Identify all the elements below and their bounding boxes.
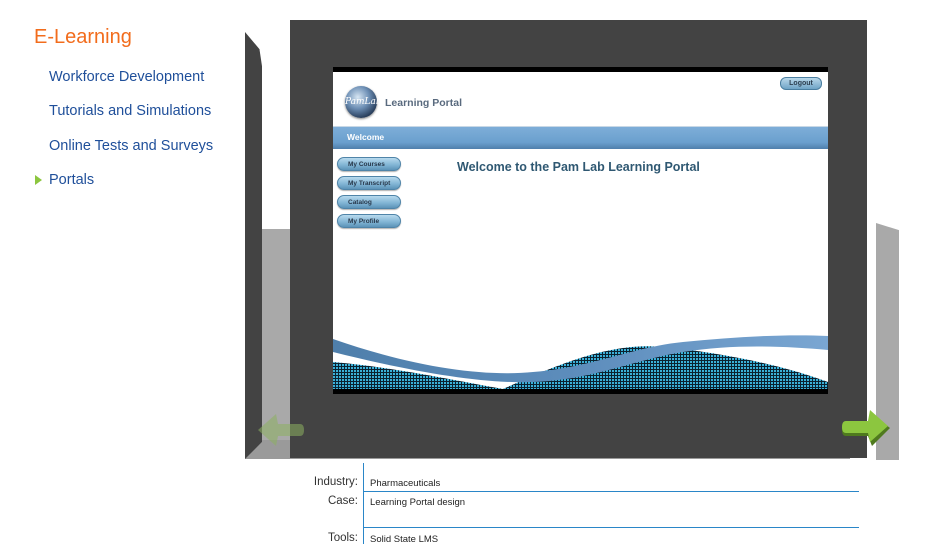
- welcome-heading: Welcome to the Pam Lab Learning Portal: [457, 160, 700, 174]
- my-courses-button[interactable]: My Courses: [337, 157, 401, 171]
- active-bullet-icon: [35, 175, 42, 185]
- my-transcript-button[interactable]: My Transcript: [337, 176, 401, 190]
- portal-title: Learning Portal: [385, 97, 463, 109]
- case-label: Case:: [327, 495, 358, 507]
- nav-item-tutorials-and-simulations[interactable]: Tutorials and Simulations: [49, 103, 211, 119]
- welcome-bar-label: Welcome: [347, 132, 385, 142]
- left-pillar: [245, 32, 262, 459]
- industry-value: Pharmaceuticals: [370, 478, 441, 489]
- next-arrow-icon[interactable]: [840, 408, 892, 448]
- portal-screenshot[interactable]: PamLab Learning Portal Logout Welcome My…: [333, 67, 828, 394]
- info-divider: [363, 463, 364, 544]
- tools-value: Solid State LMS: [370, 534, 439, 545]
- nav-item-online-tests-and-surveys[interactable]: Online Tests and Surveys: [49, 138, 213, 154]
- info-rule: [364, 527, 859, 528]
- welcome-bar: Welcome: [333, 126, 828, 149]
- section-title: E-Learning: [34, 26, 132, 48]
- prev-arrow-icon[interactable]: [256, 412, 306, 448]
- info-rule: [364, 491, 859, 492]
- catalog-button[interactable]: Catalog: [337, 195, 401, 209]
- tools-label: Tools:: [327, 532, 358, 544]
- case-value: Learning Portal design: [370, 497, 466, 508]
- logout-button[interactable]: Logout: [780, 77, 822, 90]
- industry-label: Industry:: [313, 476, 358, 488]
- nav-item-workforce-development[interactable]: Workforce Development: [49, 69, 204, 85]
- decorative-wave: [333, 335, 828, 389]
- pamlab-logo: PamLab: [345, 86, 382, 118]
- nav-item-portals[interactable]: Portals: [49, 172, 94, 188]
- my-profile-button[interactable]: My Profile: [337, 214, 401, 228]
